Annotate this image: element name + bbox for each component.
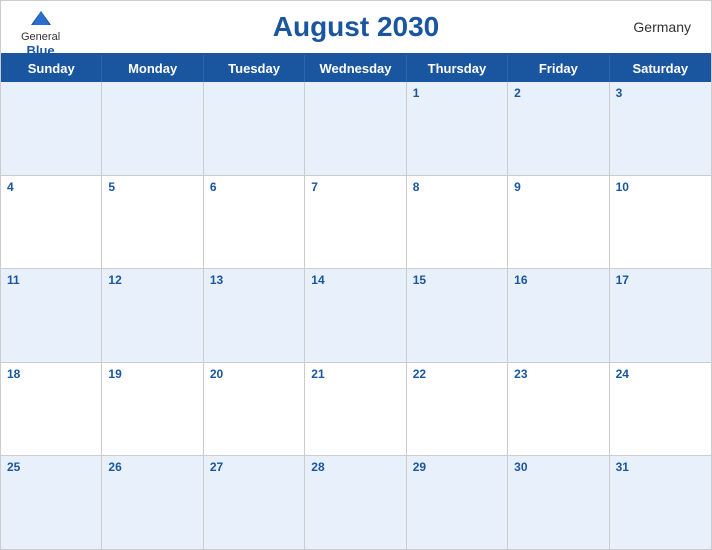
day-number: 28 [311,460,399,474]
day-number: 1 [413,86,501,100]
day-cell: 16 [508,269,609,362]
calendar-title: August 2030 [273,11,440,43]
day-cell: 23 [508,363,609,456]
day-number: 23 [514,367,602,381]
day-number: 6 [210,180,298,194]
day-cell: 2 [508,82,609,175]
day-cell: 22 [407,363,508,456]
header-tuesday: Tuesday [204,55,305,82]
header-friday: Friday [508,55,609,82]
day-number: 31 [616,460,705,474]
day-cell: 26 [102,456,203,549]
day-cell: 20 [204,363,305,456]
day-cell: 25 [1,456,102,549]
day-cell: 11 [1,269,102,362]
day-cell: 1 [407,82,508,175]
day-cell [102,82,203,175]
day-number: 21 [311,367,399,381]
day-cell: 5 [102,176,203,269]
day-cell [204,82,305,175]
header-thursday: Thursday [407,55,508,82]
day-cell: 18 [1,363,102,456]
header-wednesday: Wednesday [305,55,406,82]
day-number: 26 [108,460,196,474]
day-cell: 14 [305,269,406,362]
day-cell: 7 [305,176,406,269]
day-cell: 31 [610,456,711,549]
day-number: 3 [616,86,705,100]
day-number: 22 [413,367,501,381]
day-number: 5 [108,180,196,194]
day-number: 8 [413,180,501,194]
day-number: 30 [514,460,602,474]
day-number: 11 [7,273,95,287]
day-cell: 30 [508,456,609,549]
logo-blue-text: Blue [26,43,54,58]
day-number: 24 [616,367,705,381]
day-cell: 15 [407,269,508,362]
week-row-4: 18 19 20 21 22 23 24 [1,363,711,457]
day-number: 14 [311,273,399,287]
day-number: 9 [514,180,602,194]
weeks-container: 1234567891011121314151617181920212223242… [1,82,711,549]
day-number: 13 [210,273,298,287]
header-saturday: Saturday [610,55,711,82]
day-cell: 12 [102,269,203,362]
day-number: 20 [210,367,298,381]
day-number: 16 [514,273,602,287]
header-sunday: Sunday [1,55,102,82]
day-number: 15 [413,273,501,287]
day-number: 4 [7,180,95,194]
calendar-grid: Sunday Monday Tuesday Wednesday Thursday… [1,53,711,549]
day-cell: 8 [407,176,508,269]
logo-general-text: General [21,31,60,43]
logo-icon [23,9,59,31]
day-cell: 24 [610,363,711,456]
day-number: 29 [413,460,501,474]
calendar-container: General Blue August 2030 Germany Sunday … [0,0,712,550]
day-cell: 13 [204,269,305,362]
day-cell: 29 [407,456,508,549]
day-cell: 6 [204,176,305,269]
header-monday: Monday [102,55,203,82]
day-cell: 17 [610,269,711,362]
week-row-3: 11 12 13 14 15 16 17 [1,269,711,363]
day-cell: 28 [305,456,406,549]
day-cell: 9 [508,176,609,269]
day-number: 18 [7,367,95,381]
day-number: 19 [108,367,196,381]
logo-area: General Blue [21,9,60,58]
day-headers-row: Sunday Monday Tuesday Wednesday Thursday… [1,55,711,82]
day-number: 27 [210,460,298,474]
day-number: 12 [108,273,196,287]
day-number: 7 [311,180,399,194]
day-number: 2 [514,86,602,100]
day-number: 10 [616,180,705,194]
day-cell: 21 [305,363,406,456]
country-label: Germany [633,19,691,35]
day-cell: 3 [610,82,711,175]
day-cell: 10 [610,176,711,269]
day-cell [1,82,102,175]
week-row-1: 123 [1,82,711,176]
day-cell: 27 [204,456,305,549]
calendar-header: General Blue August 2030 Germany [1,1,711,53]
day-cell: 19 [102,363,203,456]
day-cell: 4 [1,176,102,269]
week-row-5: 25 26 27 28 29 30 31 [1,456,711,549]
day-cell [305,82,406,175]
day-number: 17 [616,273,705,287]
day-number: 25 [7,460,95,474]
week-row-2: 456789 10 [1,176,711,270]
